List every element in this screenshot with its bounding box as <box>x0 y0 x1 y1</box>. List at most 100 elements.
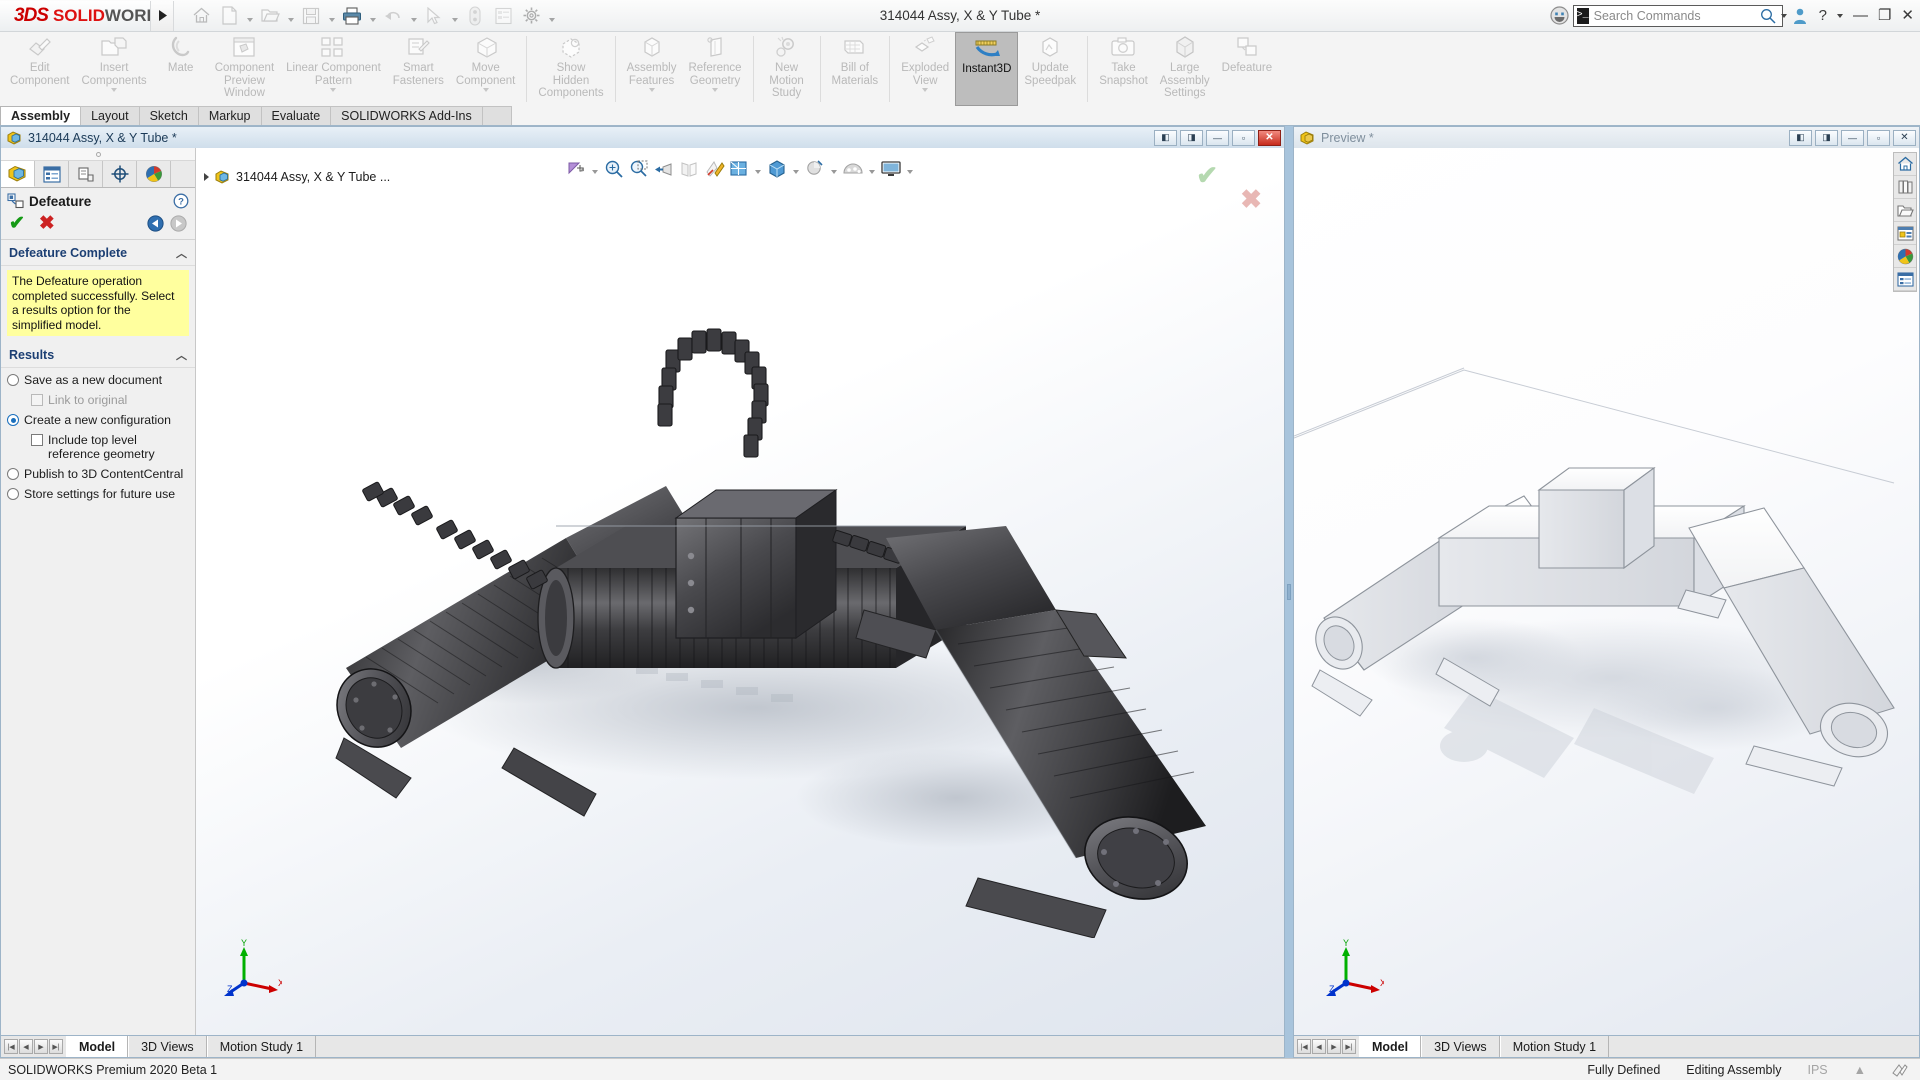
options-gear-icon[interactable] <box>518 3 544 29</box>
radio-icon[interactable] <box>7 488 19 500</box>
checkbox-icon[interactable] <box>31 394 43 406</box>
tab-evaluate[interactable]: Evaluate <box>260 106 332 125</box>
option-store-settings-for-future-use[interactable]: Store settings for future use <box>7 484 189 504</box>
preview-restore-button[interactable]: ▫ <box>1867 129 1890 146</box>
user-feedback-smiley-icon[interactable] <box>1550 6 1569 25</box>
close-window-button[interactable]: ✕ <box>1258 129 1281 146</box>
status-units-caret-icon[interactable]: ▲ <box>1854 1063 1866 1077</box>
status-units[interactable]: IPS <box>1807 1063 1827 1077</box>
new-document-dropdown-icon[interactable] <box>244 3 255 29</box>
cancel-button[interactable]: ✖ <box>39 214 55 233</box>
chevron-up-icon[interactable]: ︿ <box>176 347 187 363</box>
preview-graphics-area[interactable]: Y X Z <box>1294 148 1919 1035</box>
preview-last-tab-button[interactable]: ▶| <box>1342 1039 1356 1054</box>
select-cursor-icon[interactable] <box>421 3 447 29</box>
preview-split-right-button[interactable]: ◨ <box>1815 129 1838 146</box>
simplified-assembly-3d-model[interactable] <box>1294 238 1919 938</box>
reference-geometry-dropdown-icon[interactable] <box>712 88 718 92</box>
view-orientation-icon[interactable] <box>703 158 725 180</box>
home-view-icon[interactable] <box>1894 153 1916 176</box>
expand-triangle-icon[interactable] <box>204 173 209 181</box>
preview-close-button[interactable]: ✕ <box>1893 129 1916 146</box>
option-create-new-configuration[interactable]: Create a new configuration <box>7 410 189 430</box>
display-manager-tab[interactable] <box>137 161 171 187</box>
dimxpert-manager-tab[interactable] <box>103 161 137 187</box>
command-exploded-view[interactable]: Exploded View <box>895 32 955 106</box>
apply-scene-icon[interactable] <box>842 158 864 180</box>
select-dropdown-icon[interactable] <box>449 3 460 29</box>
command-update-speedpak[interactable]: Update Speedpak <box>1018 32 1082 106</box>
move-component-dropdown-icon[interactable] <box>482 88 489 92</box>
section-view-icon[interactable] <box>678 158 700 180</box>
design-library-folder-icon[interactable] <box>1894 199 1916 222</box>
hide-show-items-dropdown-icon[interactable] <box>791 158 801 180</box>
search-commands-box[interactable]: >_ <box>1572 4 1787 27</box>
zoom-to-area-icon[interactable] <box>603 158 625 180</box>
undo-icon[interactable] <box>380 3 406 29</box>
next-step-icon[interactable] <box>170 215 187 232</box>
restore-button[interactable]: ❐ <box>1878 8 1891 23</box>
option-publish-to-3d-contentcentral[interactable]: Publish to 3D ContentCentral <box>7 464 189 484</box>
command-insert-components[interactable]: Insert Components <box>75 32 152 106</box>
open-folder-icon[interactable] <box>257 3 283 29</box>
edit-appearance-dropdown-icon[interactable] <box>829 158 839 180</box>
command-instant3d[interactable]: Instant3D <box>955 32 1019 106</box>
view-settings-dropdown-icon[interactable] <box>905 158 915 180</box>
zoom-to-fit-icon[interactable] <box>565 158 587 180</box>
linear-component-pattern-dropdown-icon[interactable] <box>330 88 337 92</box>
split-right-button[interactable]: ◨ <box>1180 129 1203 146</box>
radio-icon-selected[interactable] <box>7 414 19 426</box>
help-button[interactable]: ? <box>1819 8 1827 23</box>
view-settings-icon[interactable] <box>880 158 902 180</box>
options-dropdown-icon[interactable] <box>546 3 557 29</box>
apply-scene-dropdown-icon[interactable] <box>867 158 877 180</box>
help-icon[interactable]: ? <box>173 193 189 209</box>
undo-dropdown-icon[interactable] <box>408 3 419 29</box>
home-icon[interactable] <box>188 3 214 29</box>
command-linear-component-pattern[interactable]: Linear Component Pattern <box>280 32 387 106</box>
preview-first-tab-button[interactable]: |◀ <box>1297 1039 1311 1054</box>
user-account-icon[interactable] <box>1793 8 1809 24</box>
split-left-button[interactable]: ◧ <box>1154 129 1177 146</box>
preview-minimize-button[interactable]: — <box>1841 129 1864 146</box>
accept-button[interactable]: ✔ <box>9 214 25 233</box>
chevron-up-icon[interactable]: ︿ <box>176 245 187 261</box>
command-defeature[interactable]: Defeature <box>1216 32 1279 106</box>
save-dropdown-icon[interactable] <box>326 3 337 29</box>
tab-markup[interactable]: Markup <box>197 106 262 125</box>
print-dropdown-icon[interactable] <box>367 3 378 29</box>
new-document-icon[interactable] <box>216 3 242 29</box>
file-explorer-icon[interactable] <box>1894 222 1916 245</box>
exploded-view-dropdown-icon[interactable] <box>922 88 929 92</box>
confirm-cancel-icon[interactable]: ✖ <box>1240 186 1262 212</box>
results-section-header[interactable]: Results ︿ <box>1 342 195 368</box>
tab-sketch[interactable]: Sketch <box>138 106 199 125</box>
edit-appearance-icon[interactable] <box>804 158 826 180</box>
help-dropdown-icon[interactable] <box>1836 13 1843 18</box>
preview-prev-tab-button[interactable]: ◀ <box>1312 1039 1326 1054</box>
first-tab-button[interactable]: |◀ <box>4 1039 18 1054</box>
preview-bottom-tab-3d-views[interactable]: 3D Views <box>1421 1036 1500 1057</box>
save-icon[interactable] <box>298 3 324 29</box>
last-tab-button[interactable]: ▶| <box>49 1039 63 1054</box>
preview-next-tab-button[interactable]: ▶ <box>1327 1039 1341 1054</box>
property-manager-tab[interactable] <box>35 161 69 187</box>
bottom-tab-motion-study-1[interactable]: Motion Study 1 <box>206 1036 317 1057</box>
display-style-icon[interactable] <box>728 158 750 180</box>
assembly-features-dropdown-icon[interactable] <box>648 88 655 92</box>
search-input[interactable] <box>1593 8 1755 23</box>
rebuild-icon[interactable] <box>462 3 488 29</box>
tab-assembly[interactable]: Assembly <box>0 106 82 125</box>
tab-layout[interactable]: Layout <box>80 106 140 125</box>
insert-components-dropdown-icon[interactable] <box>111 88 118 92</box>
option-link-to-original[interactable]: Link to original <box>7 390 189 410</box>
bottom-tab-model[interactable]: Model <box>66 1036 129 1057</box>
command-bill-of-materials[interactable]: Bill of Materials <box>826 32 885 106</box>
feature-manager-tab[interactable] <box>1 161 35 187</box>
command-move-component[interactable]: Move Component <box>450 32 521 106</box>
minimize-button[interactable]: — <box>1853 8 1868 23</box>
tab-overflow[interactable] <box>481 106 512 125</box>
checkbox-icon[interactable] <box>31 434 43 446</box>
option-save-as-new-document[interactable]: Save as a new document <box>7 370 189 390</box>
confirm-accept-icon[interactable]: ✔ <box>1196 162 1218 188</box>
